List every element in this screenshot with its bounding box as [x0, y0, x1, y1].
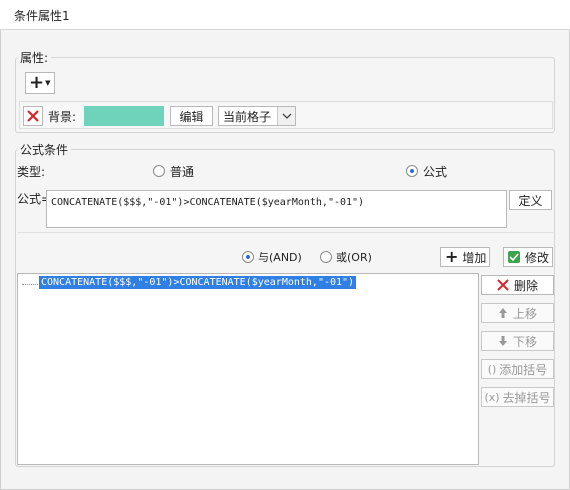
type-formula-radio[interactable]: [406, 165, 418, 177]
background-color-swatch[interactable]: [84, 106, 164, 126]
delete-condition-label: 删除: [513, 278, 538, 293]
or-label[interactable]: 或(OR): [336, 249, 372, 265]
delete-property-button[interactable]: [23, 106, 43, 126]
move-down-label: 下移: [512, 334, 537, 349]
arrow-down-icon: [498, 336, 507, 346]
chevron-down-icon: [277, 107, 295, 125]
define-button[interactable]: 定义: [509, 190, 552, 210]
type-formula-label[interactable]: 公式: [423, 163, 447, 180]
background-label: 背景:: [48, 110, 77, 124]
plus-icon: +: [29, 72, 45, 93]
delete-condition-button[interactable]: 删除: [481, 275, 554, 295]
properties-group-label: 属性:: [17, 49, 52, 66]
add-bracket-button[interactable]: () 添加括号: [481, 359, 554, 379]
remove-bracket-button[interactable]: (x) 去掉括号: [481, 387, 554, 407]
type-label: 类型:: [17, 165, 46, 179]
chevron-down-icon: ▼: [45, 79, 51, 87]
title-bar: 条件属性1: [0, 0, 570, 30]
edit-button[interactable]: 编辑: [170, 106, 213, 126]
formula-text: CONCATENATE($$$,"-01")>CONCATENATE($year…: [51, 197, 365, 208]
add-property-button[interactable]: + ▼: [25, 72, 55, 94]
plus-icon: +: [445, 247, 459, 266]
remove-parentheses-icon: (x): [484, 390, 500, 404]
move-up-button[interactable]: 上移: [481, 303, 554, 323]
add-condition-button[interactable]: + 增加: [440, 247, 490, 267]
and-label[interactable]: 与(AND): [258, 249, 302, 265]
type-normal-label[interactable]: 普通: [170, 163, 194, 180]
formula-input[interactable]: CONCATENATE($$$,"-01")>CONCATENATE($year…: [46, 190, 507, 228]
modify-condition-button[interactable]: 修改: [503, 247, 553, 267]
formula-group-label: 公式条件: [17, 141, 72, 158]
modify-condition-label: 修改: [525, 250, 550, 265]
scope-select[interactable]: 当前格子: [218, 106, 296, 126]
type-normal-radio[interactable]: [153, 165, 165, 177]
red-x-icon: [497, 279, 509, 291]
move-up-label: 上移: [512, 306, 537, 321]
dialog-title: 条件属性1: [14, 9, 70, 23]
and-radio[interactable]: [242, 251, 254, 263]
modify-icon: [508, 250, 520, 263]
remove-bracket-label: 去掉括号: [502, 390, 551, 405]
arrow-up-icon: [498, 308, 507, 318]
add-bracket-label: 添加括号: [499, 362, 548, 377]
parentheses-icon: (): [487, 362, 497, 376]
condition-item[interactable]: CONCATENATE($$$,"-01")>CONCATENATE($year…: [39, 276, 357, 289]
move-down-button[interactable]: 下移: [481, 331, 554, 351]
condition-list[interactable]: CONCATENATE($$$,"-01")>CONCATENATE($year…: [17, 273, 479, 465]
separator: [17, 232, 553, 233]
scope-select-value: 当前格子: [223, 109, 272, 124]
or-radio[interactable]: [320, 251, 332, 263]
add-condition-label: 增加: [462, 250, 487, 265]
condition-tree-line: [22, 284, 38, 285]
red-x-icon: [27, 110, 39, 122]
